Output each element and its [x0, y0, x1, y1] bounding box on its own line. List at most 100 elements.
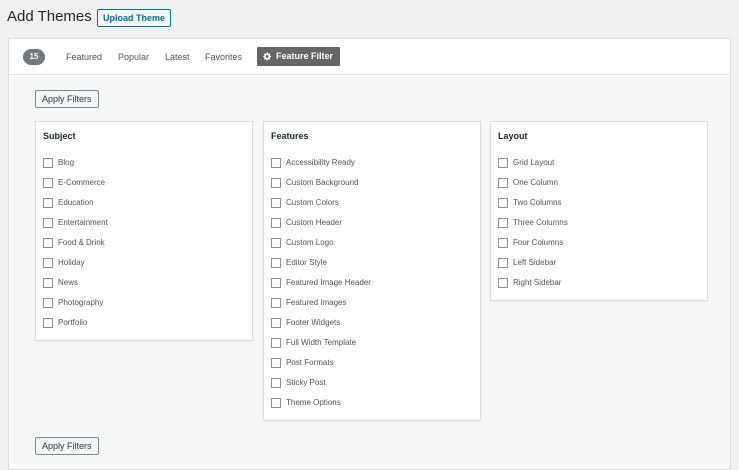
filter-option-label: Two Columns [513, 198, 562, 207]
filter-option[interactable]: Four Columns [498, 233, 703, 253]
filter-option-label: Custom Background [286, 178, 359, 187]
filter-option[interactable]: Right Sidebar [498, 273, 703, 293]
filter-group-features: Features Accessibility Ready Custom Backg… [263, 121, 481, 421]
filter-option[interactable]: Three Columns [498, 213, 703, 233]
filter-checkbox[interactable] [271, 218, 281, 228]
filter-option[interactable]: E-Commerce [43, 173, 248, 193]
filter-option-label: News [58, 278, 79, 287]
filter-option[interactable]: Grid Layout [498, 153, 703, 173]
filter-option-label: Post Formats [286, 358, 334, 367]
filter-checkbox[interactable] [43, 198, 53, 208]
filter-checkbox[interactable] [271, 258, 281, 268]
filter-checkbox[interactable] [271, 338, 281, 348]
filter-checkbox[interactable] [271, 238, 281, 248]
filter-option[interactable]: Entertainment [43, 213, 248, 233]
filter-checkbox[interactable] [43, 238, 53, 248]
filter-checkbox[interactable] [271, 198, 281, 208]
filter-option[interactable]: Editor Style [271, 253, 476, 273]
apply-filters-button-bottom[interactable]: Apply Filters [35, 437, 99, 455]
tab-feature-filter[interactable]: Feature Filter [257, 47, 341, 66]
filter-option-label: Featured Images [286, 298, 347, 307]
filter-option-label: Editor Style [286, 258, 327, 267]
filter-checkbox[interactable] [498, 158, 508, 168]
filter-option[interactable]: Food & Drink [43, 233, 248, 253]
filter-checkbox[interactable] [271, 398, 281, 408]
filter-checkbox[interactable] [498, 218, 508, 228]
gear-icon [263, 52, 272, 61]
tab-latest[interactable]: Latest [165, 51, 190, 63]
filter-option[interactable]: Full Width Template [271, 333, 476, 353]
tab-favorites[interactable]: Favorites [205, 51, 242, 63]
filter-checkbox[interactable] [43, 258, 53, 268]
filter-checkbox[interactable] [498, 198, 508, 208]
filter-option[interactable]: Post Formats [271, 353, 476, 373]
filter-option[interactable]: Accessibility Ready [271, 153, 476, 173]
filter-checkbox[interactable] [43, 178, 53, 188]
filter-option-label: Four Columns [513, 238, 564, 247]
filter-option-label: Featured Image Header [286, 278, 371, 287]
filter-option-label: Footer Widgets [286, 318, 341, 327]
filter-group-title: Subject [43, 131, 76, 141]
filter-group-layout: Layout Grid Layout One Column Two Columns T… [490, 121, 708, 301]
filter-option[interactable]: News [43, 273, 248, 293]
filter-checkbox[interactable] [271, 298, 281, 308]
filter-group-subject: Subject Blog E-Commerce Education Entertain… [35, 121, 253, 341]
filter-option-label: E-Commerce [58, 178, 106, 187]
filter-bar: 15 Featured Popular Latest Favorites Fea… [9, 39, 730, 75]
filter-option-label: Holiday [58, 258, 85, 267]
tab-featured[interactable]: Featured [66, 51, 102, 63]
feature-filter-label: Feature Filter [276, 51, 334, 61]
filter-option[interactable]: Left Sidebar [498, 253, 703, 273]
filter-checkbox[interactable] [271, 318, 281, 328]
filter-option[interactable]: Custom Header [271, 213, 476, 233]
filter-option-label: Left Sidebar [513, 258, 557, 267]
filter-checkbox[interactable] [271, 178, 281, 188]
tab-popular[interactable]: Popular [118, 51, 149, 63]
filter-option[interactable]: Custom Background [271, 173, 476, 193]
apply-filters-button-top[interactable]: Apply Filters [35, 90, 99, 108]
filter-option[interactable]: Blog [43, 153, 248, 173]
filter-option-label: Right Sidebar [513, 278, 562, 287]
filter-option-label: One Column [513, 178, 558, 187]
filter-option-label: Custom Colors [286, 198, 339, 207]
filter-group-title: Features [271, 131, 309, 141]
filter-option[interactable]: Sticky Post [271, 373, 476, 393]
filter-checkbox[interactable] [271, 158, 281, 168]
filter-option-label: Education [58, 198, 94, 207]
filter-option[interactable]: One Column [498, 173, 703, 193]
theme-count-badge: 15 [23, 49, 45, 65]
filter-checkbox[interactable] [498, 178, 508, 188]
filter-option[interactable]: Featured Image Header [271, 273, 476, 293]
filter-checkbox[interactable] [498, 258, 508, 268]
filter-checkbox[interactable] [498, 278, 508, 288]
upload-theme-button[interactable]: Upload Theme [97, 9, 172, 27]
filter-checkbox[interactable] [43, 218, 53, 228]
filter-option[interactable]: Education [43, 193, 248, 213]
filter-checkbox[interactable] [43, 318, 53, 328]
filter-option-label: Sticky Post [286, 378, 326, 387]
filter-option[interactable]: Custom Logo [271, 233, 476, 253]
filter-option-label: Three Columns [513, 218, 568, 227]
filter-option[interactable]: Footer Widgets [271, 313, 476, 333]
filter-option[interactable]: Theme Options [271, 393, 476, 413]
filter-checkbox[interactable] [498, 238, 508, 248]
filter-option-label: Photography [58, 298, 104, 307]
filter-option[interactable]: Custom Colors [271, 193, 476, 213]
filter-option-label: Blog [58, 158, 75, 167]
filter-option[interactable]: Portfolio [43, 313, 248, 333]
filter-option-label: Custom Header [286, 218, 343, 227]
filter-checkbox[interactable] [271, 278, 281, 288]
filter-option-label: Food & Drink [58, 238, 105, 247]
filter-options: Grid Layout One Column Two Columns Three Co… [498, 153, 703, 293]
filter-option-label: Theme Options [286, 398, 341, 407]
filter-checkbox[interactable] [271, 358, 281, 368]
filter-checkbox[interactable] [43, 298, 53, 308]
filter-checkbox[interactable] [43, 278, 53, 288]
filter-checkbox[interactable] [271, 378, 281, 388]
filter-option[interactable]: Holiday [43, 253, 248, 273]
filter-option[interactable]: Two Columns [498, 193, 703, 213]
filter-checkbox[interactable] [43, 158, 53, 168]
filter-option[interactable]: Photography [43, 293, 248, 313]
filter-option-label: Grid Layout [513, 158, 555, 167]
filter-option[interactable]: Featured Images [271, 293, 476, 313]
